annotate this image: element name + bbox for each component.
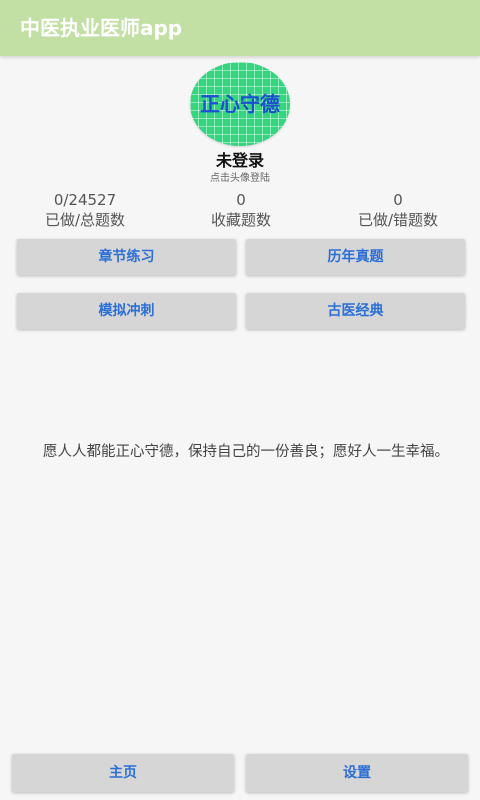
avatar-text: 正心守德 xyxy=(200,92,280,116)
settings-button[interactable]: 设置 xyxy=(246,754,468,792)
stat-favorites-value: 0 xyxy=(236,191,246,209)
avatar[interactable]: 正心守德 xyxy=(190,62,290,146)
stat-favorites-label: 收藏题数 xyxy=(210,211,271,229)
stat-done-wrong-value: 0 xyxy=(393,191,403,209)
home-button[interactable]: 主页 xyxy=(12,754,234,792)
stat-done-wrong: 0 已做/错题数 xyxy=(318,190,478,230)
app-bar: 中医执业医师app xyxy=(0,0,480,56)
stat-favorites: 0 收藏题数 xyxy=(161,190,321,230)
app-title: 中医执业医师app xyxy=(20,16,183,40)
stat-done-total-value: 0/24527 xyxy=(53,191,117,209)
login-status: 未登录 xyxy=(215,151,264,170)
login-hint: 点击头像登陆 xyxy=(210,173,270,184)
stat-done-total-label: 已做/总题数 xyxy=(44,211,126,229)
stat-done-wrong-label: 已做/错题数 xyxy=(357,211,439,229)
ancient-classics-button[interactable]: 古医经典 xyxy=(246,293,465,329)
mock-sprint-button[interactable]: 模拟冲刺 xyxy=(17,293,236,329)
past-exams-button[interactable]: 历年真题 xyxy=(246,239,465,275)
motto-text: 愿人人都能正心守德，保持自己的一份善良；愿好人一生幸福。 xyxy=(43,444,449,460)
chapter-practice-button[interactable]: 章节练习 xyxy=(17,239,236,275)
stat-done-total: 0/24527 已做/总题数 xyxy=(5,190,165,230)
